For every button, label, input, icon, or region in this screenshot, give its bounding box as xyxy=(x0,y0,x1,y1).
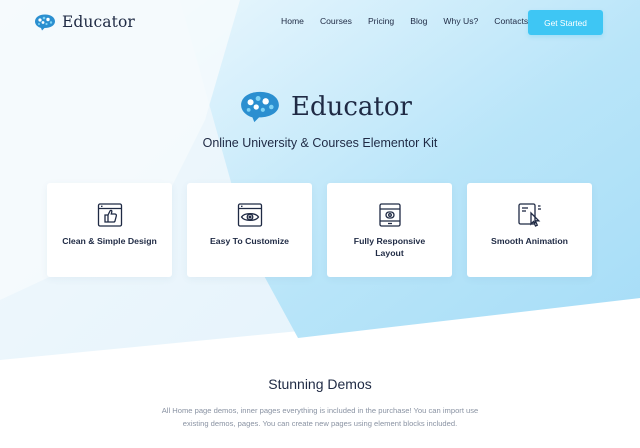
site-header: Educator Home Courses Pricing Blog Why U… xyxy=(0,0,640,46)
section-title: Stunning Demos xyxy=(268,376,372,392)
feature-card-design: Clean & Simple Design xyxy=(47,183,172,277)
feature-title: Easy To Customize xyxy=(209,236,289,246)
hero-logo: Educator xyxy=(239,90,412,124)
hero-brand-name: Educator xyxy=(291,92,412,122)
brain-chat-bubble-icon xyxy=(35,14,55,30)
nav-item-pricing[interactable]: Pricing xyxy=(368,16,394,26)
nav-item-contacts[interactable]: Contacts xyxy=(494,16,528,26)
thumbs-up-window-icon xyxy=(97,203,122,227)
brain-chat-bubble-icon xyxy=(241,91,279,123)
section-description: All Home page demos, inner pages everyth… xyxy=(161,406,479,428)
get-started-button[interactable]: Get Started xyxy=(528,10,603,35)
main-nav: Home Courses Pricing Blog Why Us? Contac… xyxy=(281,16,544,26)
feature-card-animation: Smooth Animation xyxy=(467,183,592,277)
responsive-devices-icon xyxy=(378,203,401,227)
feature-card-responsive: Fully Responsive Layout xyxy=(327,183,452,277)
nav-item-courses[interactable]: Courses xyxy=(320,16,352,26)
nav-item-why-us[interactable]: Why Us? xyxy=(443,16,478,26)
feature-title: Fully Responsive Layout xyxy=(353,236,426,258)
feature-title: Smooth Animation xyxy=(491,236,568,246)
brand-name: Educator xyxy=(62,13,135,31)
hero-tagline: Online University & Courses Elementor Ki… xyxy=(202,136,438,150)
nav-item-blog[interactable]: Blog xyxy=(410,16,427,26)
feature-card-customize: Easy To Customize xyxy=(187,183,312,277)
brand-logo-link[interactable]: Educator xyxy=(34,11,135,33)
nav-item-home[interactable]: Home xyxy=(281,16,304,26)
feature-title: Clean & Simple Design xyxy=(62,236,157,246)
animation-cursor-icon xyxy=(517,203,541,227)
eye-window-icon xyxy=(237,203,262,227)
